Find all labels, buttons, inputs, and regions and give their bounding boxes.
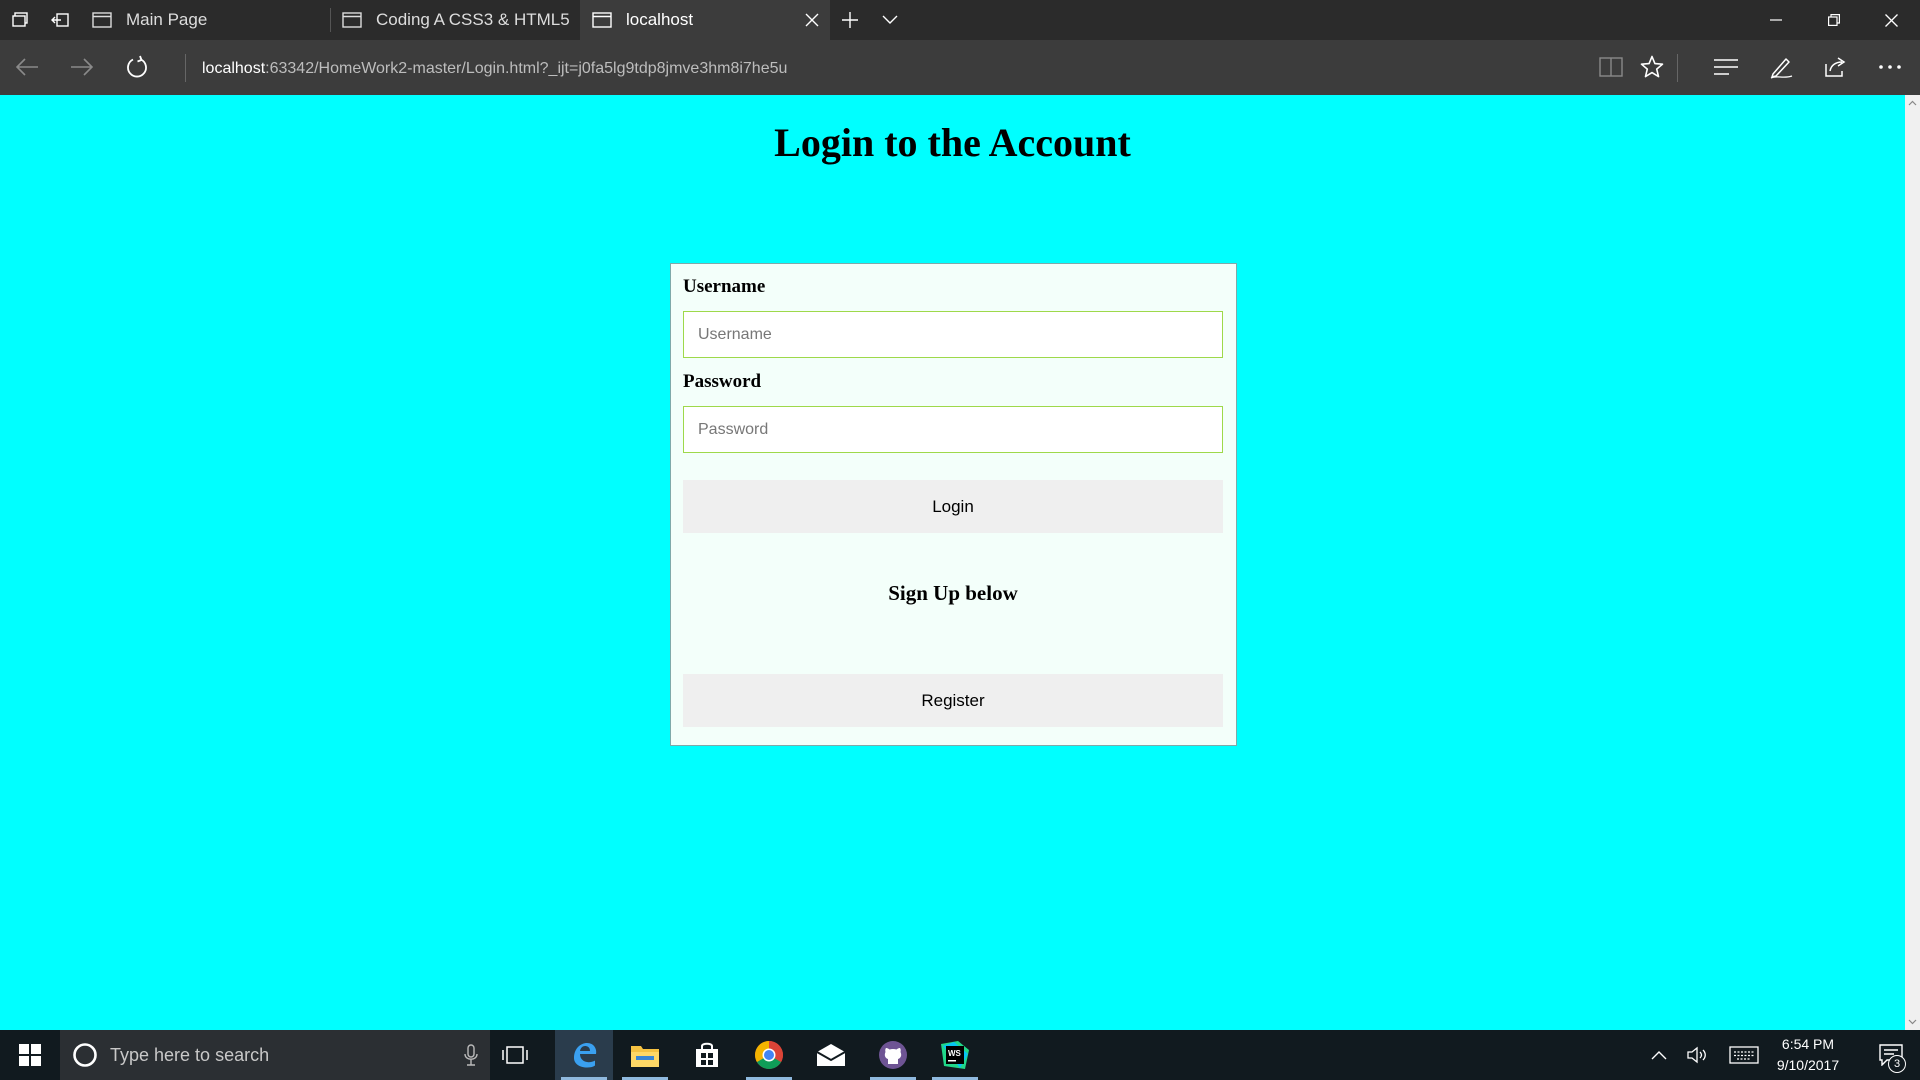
taskbar-app-store[interactable] xyxy=(678,1030,736,1080)
restore-icon xyxy=(1828,14,1840,26)
tab-localhost[interactable]: localhost xyxy=(580,0,830,40)
github-icon xyxy=(879,1041,907,1069)
set-tabs-aside-button[interactable] xyxy=(40,0,80,40)
clock-date: 9/10/2017 xyxy=(1776,1057,1840,1073)
tabs-aside-icon xyxy=(12,12,28,27)
page-icon xyxy=(592,12,612,28)
page-content: Login to the Account Username Password L… xyxy=(0,95,1905,1030)
password-input[interactable] xyxy=(683,406,1223,453)
page-scrollbar[interactable] xyxy=(1905,95,1920,1030)
show-hidden-icons-button[interactable] xyxy=(1641,1030,1677,1080)
signup-heading: Sign Up below xyxy=(888,581,1018,605)
tab-coding-css3[interactable]: Coding A CSS3 & HTML5 xyxy=(330,0,580,40)
touch-keyboard-button[interactable] xyxy=(1726,1030,1762,1080)
page-title: Login to the Account xyxy=(774,120,1131,165)
mail-icon xyxy=(816,1044,846,1066)
scroll-down-icon[interactable] xyxy=(1908,1017,1917,1026)
back-arrow-icon xyxy=(15,58,38,76)
reading-view-icon xyxy=(1599,57,1623,77)
url-field[interactable]: localhost:63342/HomeWork2-master/Login.h… xyxy=(202,40,787,95)
forward-button[interactable] xyxy=(62,47,102,87)
cortana-icon xyxy=(73,1043,97,1067)
task-view-icon xyxy=(502,1046,528,1064)
favorite-button[interactable] xyxy=(1630,47,1674,87)
tab-main-page[interactable]: Main Page xyxy=(80,0,330,40)
register-button[interactable]: Register xyxy=(683,674,1223,727)
tab-close-button[interactable] xyxy=(802,10,822,30)
tab-label: Coding A CSS3 & HTML5 xyxy=(376,10,570,29)
file-explorer-icon xyxy=(631,1046,659,1067)
chevron-down-icon xyxy=(882,15,898,24)
taskbar-app-webstorm[interactable]: WS xyxy=(926,1030,984,1080)
share-button[interactable] xyxy=(1813,47,1857,87)
web-note-button[interactable] xyxy=(1759,47,1803,87)
chevron-up-icon xyxy=(1651,1051,1667,1060)
back-button[interactable] xyxy=(7,47,47,87)
new-tab-button[interactable] xyxy=(830,0,870,40)
plus-icon xyxy=(842,12,858,28)
toolbar-separator xyxy=(1677,54,1678,82)
address-separator xyxy=(185,54,186,82)
more-button[interactable] xyxy=(1868,47,1912,87)
action-center-button[interactable]: 3 xyxy=(1862,1030,1920,1080)
scroll-up-icon[interactable] xyxy=(1908,99,1917,108)
url-path: :63342/HomeWork2-master/Login.html?_ijt=… xyxy=(265,60,788,77)
tab-label: Main Page xyxy=(126,10,208,29)
username-input[interactable] xyxy=(683,311,1223,358)
set-aside-icon xyxy=(51,13,69,27)
minimize-icon xyxy=(1770,19,1782,21)
tab-label: localhost xyxy=(626,10,694,29)
taskbar-app-mail[interactable] xyxy=(802,1030,860,1080)
login-button[interactable]: Login xyxy=(683,480,1223,533)
taskbar-app-edge[interactable] xyxy=(555,1030,613,1080)
close-icon xyxy=(1884,13,1898,27)
more-icon xyxy=(1879,65,1901,69)
close-window-button[interactable] xyxy=(1862,0,1920,40)
start-button[interactable] xyxy=(0,1030,60,1080)
taskbar-app-github[interactable] xyxy=(864,1030,922,1080)
tab-preview-button[interactable] xyxy=(0,0,40,40)
refresh-icon xyxy=(127,55,147,78)
taskbar-clock[interactable]: 6:54 PM 9/10/2017 xyxy=(1762,1034,1854,1076)
windows-logo-icon xyxy=(19,1044,41,1066)
edge-icon xyxy=(574,1043,597,1068)
browser-titlebar: Main Page Coding A CSS3 & HTML5 localhos… xyxy=(0,0,1920,40)
address-bar-row: localhost:63342/HomeWork2-master/Login.h… xyxy=(0,40,1920,95)
password-label: Password xyxy=(683,371,762,392)
page-icon xyxy=(342,12,362,28)
chrome-icon xyxy=(755,1041,783,1069)
username-label: Username xyxy=(683,276,766,297)
volume-button[interactable] xyxy=(1679,1030,1715,1080)
hub-icon xyxy=(1714,59,1738,75)
svg-text:WS: WS xyxy=(948,1049,962,1058)
close-icon xyxy=(805,13,819,27)
notification-count-badge: 3 xyxy=(1888,1055,1906,1073)
minimize-button[interactable] xyxy=(1747,0,1805,40)
page-icon xyxy=(92,12,112,28)
taskbar-search-box[interactable]: Type here to search xyxy=(60,1030,490,1080)
share-icon xyxy=(1825,57,1846,77)
speaker-icon xyxy=(1687,1046,1706,1064)
search-placeholder: Type here to search xyxy=(110,1045,270,1065)
task-view-button[interactable] xyxy=(490,1030,540,1080)
windows-taskbar: Type here to search WS 6:54 PM 9/10/2017… xyxy=(0,1030,1920,1080)
refresh-button[interactable] xyxy=(117,47,157,87)
taskbar-app-chrome[interactable] xyxy=(740,1030,798,1080)
microphone-icon[interactable] xyxy=(464,1044,478,1066)
taskbar-app-file-explorer[interactable] xyxy=(616,1030,674,1080)
url-host: localhost xyxy=(202,60,266,77)
keyboard-icon xyxy=(1729,1046,1759,1064)
store-icon xyxy=(696,1042,718,1067)
tab-list-button[interactable] xyxy=(870,0,910,40)
clock-time: 6:54 PM xyxy=(1781,1036,1835,1052)
pen-icon xyxy=(1770,58,1793,79)
reading-view-button[interactable] xyxy=(1589,47,1633,87)
star-icon xyxy=(1640,55,1664,78)
forward-arrow-icon xyxy=(71,58,94,76)
login-form: Username Password Login Sign Up below Re… xyxy=(670,263,1237,746)
hub-button[interactable] xyxy=(1704,47,1748,87)
restore-button[interactable] xyxy=(1805,0,1863,40)
webstorm-icon: WS xyxy=(941,1041,969,1069)
